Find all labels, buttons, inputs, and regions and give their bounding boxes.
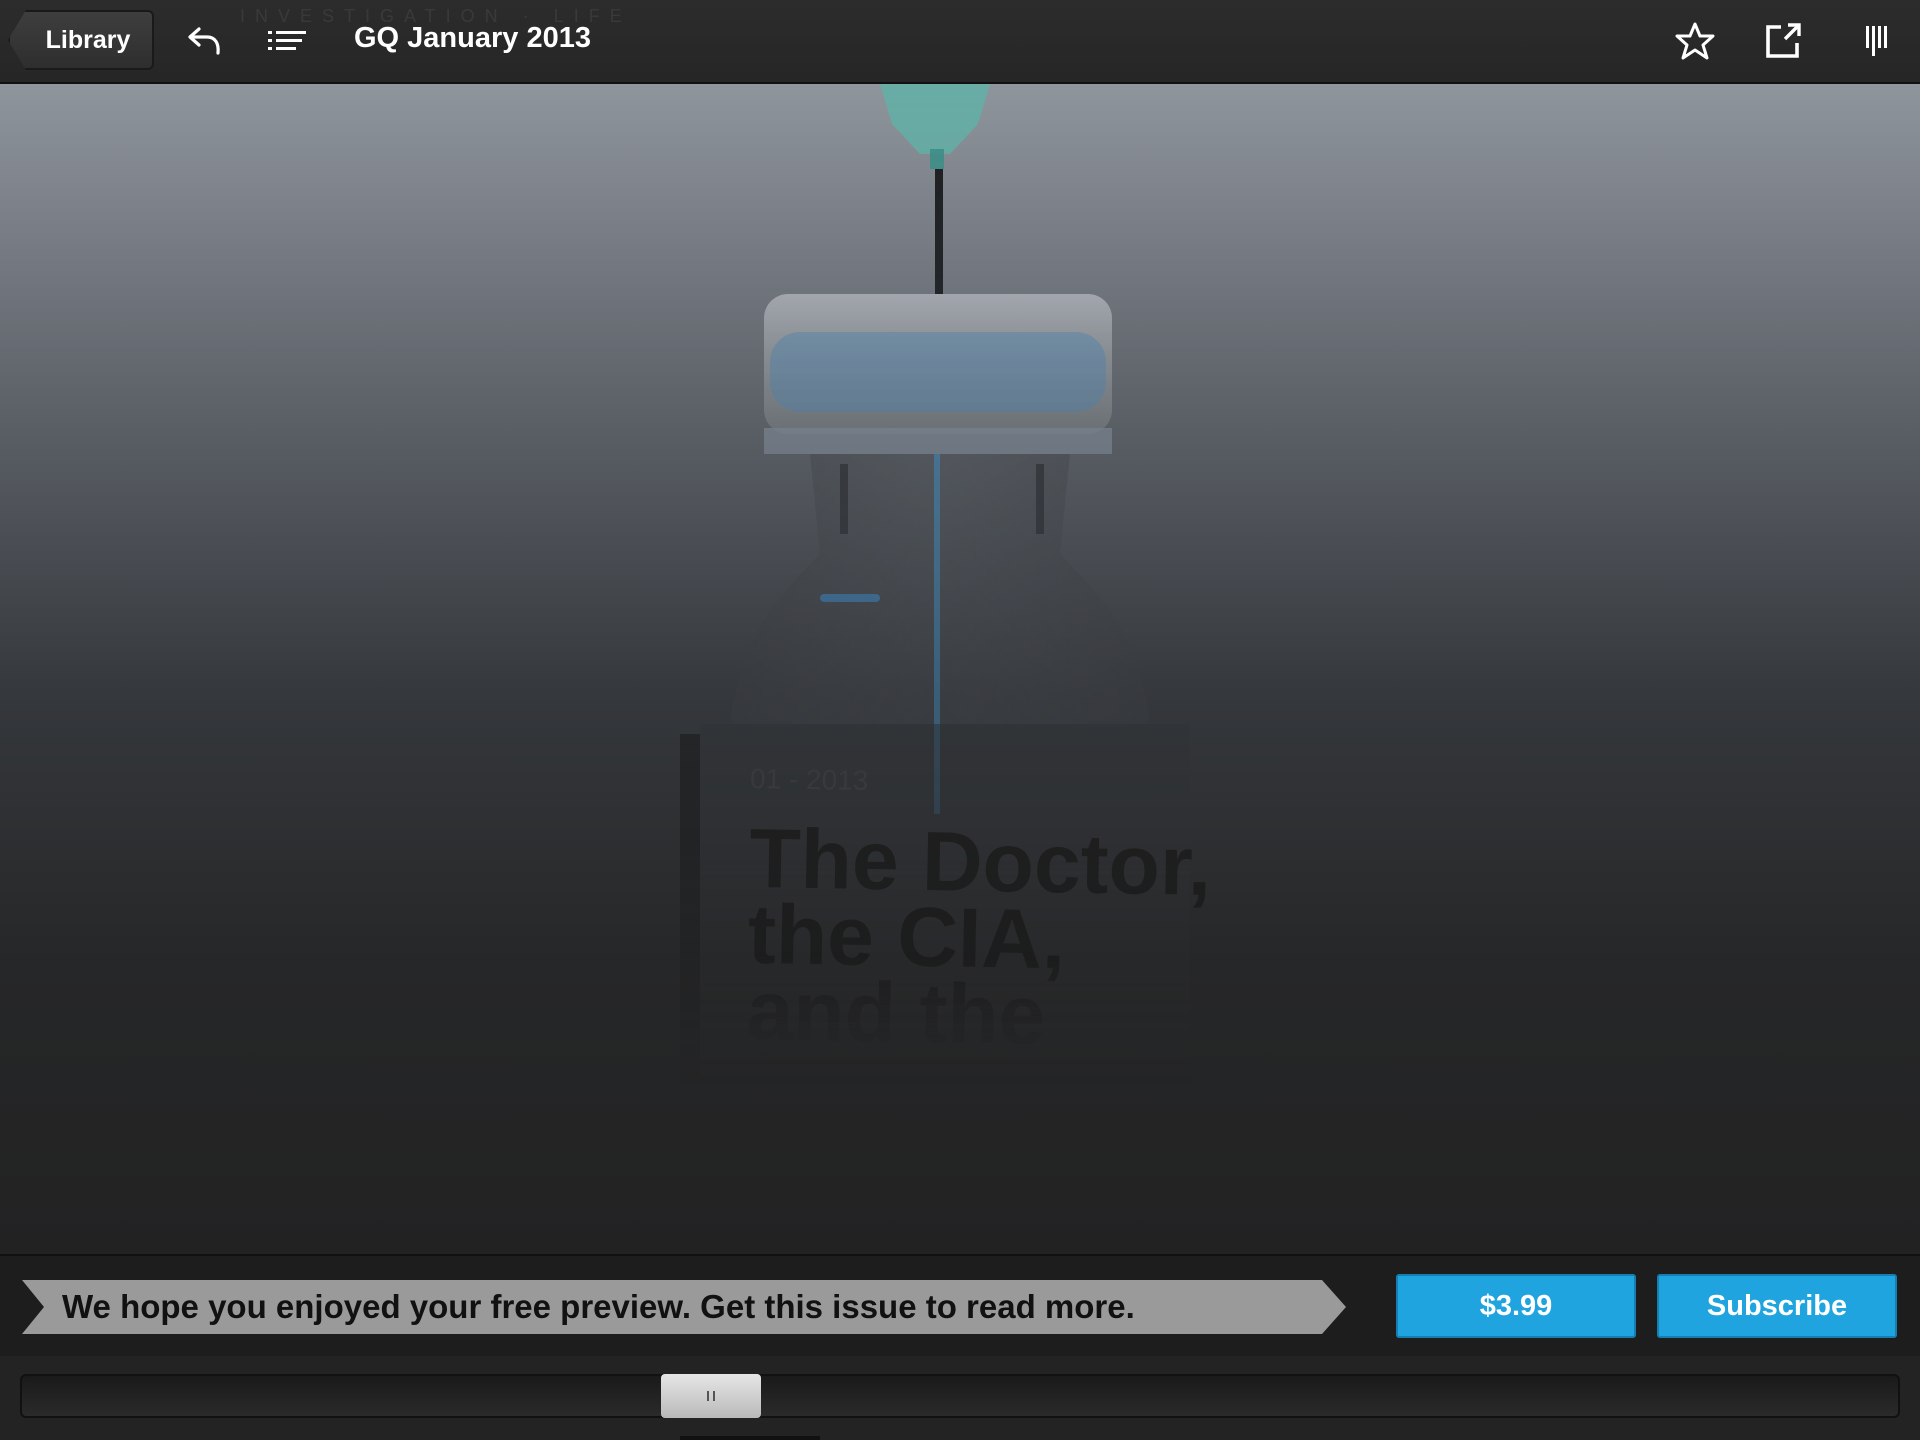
page-view-icon[interactable] [1854, 18, 1900, 64]
magazine-page[interactable]: 01 - 2013 The Doctor, the CIA, and the [0, 84, 1920, 1254]
scrubber-thumb[interactable] [661, 1374, 761, 1418]
cover-headline: The Doctor, the CIA, and the [745, 811, 1230, 1063]
preview-message-ribbon: We hope you enjoyed your free preview. G… [22, 1280, 1346, 1334]
subscribe-button[interactable]: Subscribe [1657, 1274, 1897, 1338]
back-arrow-icon[interactable] [182, 18, 228, 64]
buy-issue-button[interactable]: $3.99 [1396, 1274, 1636, 1338]
scrubber-position-marker [680, 1436, 820, 1440]
scrubber-track[interactable] [20, 1374, 1900, 1418]
reader-app: INVESTIGATION · LIFE Library GQ January … [0, 0, 1920, 1440]
share-icon[interactable] [1760, 18, 1806, 64]
preview-purchase-bar: We hope you enjoyed your free preview. G… [0, 1254, 1920, 1358]
headline-line-3: and the [745, 962, 1047, 1063]
library-back-button[interactable]: Library [8, 10, 154, 70]
issue-title: GQ January 2013 [354, 22, 591, 54]
grip-icon [707, 1391, 715, 1401]
star-icon[interactable] [1672, 18, 1718, 64]
cover-date-text: 01 - 2013 [749, 762, 869, 797]
top-toolbar: INVESTIGATION · LIFE Library GQ January … [0, 0, 1920, 84]
contents-list-icon[interactable] [264, 18, 310, 64]
page-scrubber [0, 1356, 1920, 1440]
